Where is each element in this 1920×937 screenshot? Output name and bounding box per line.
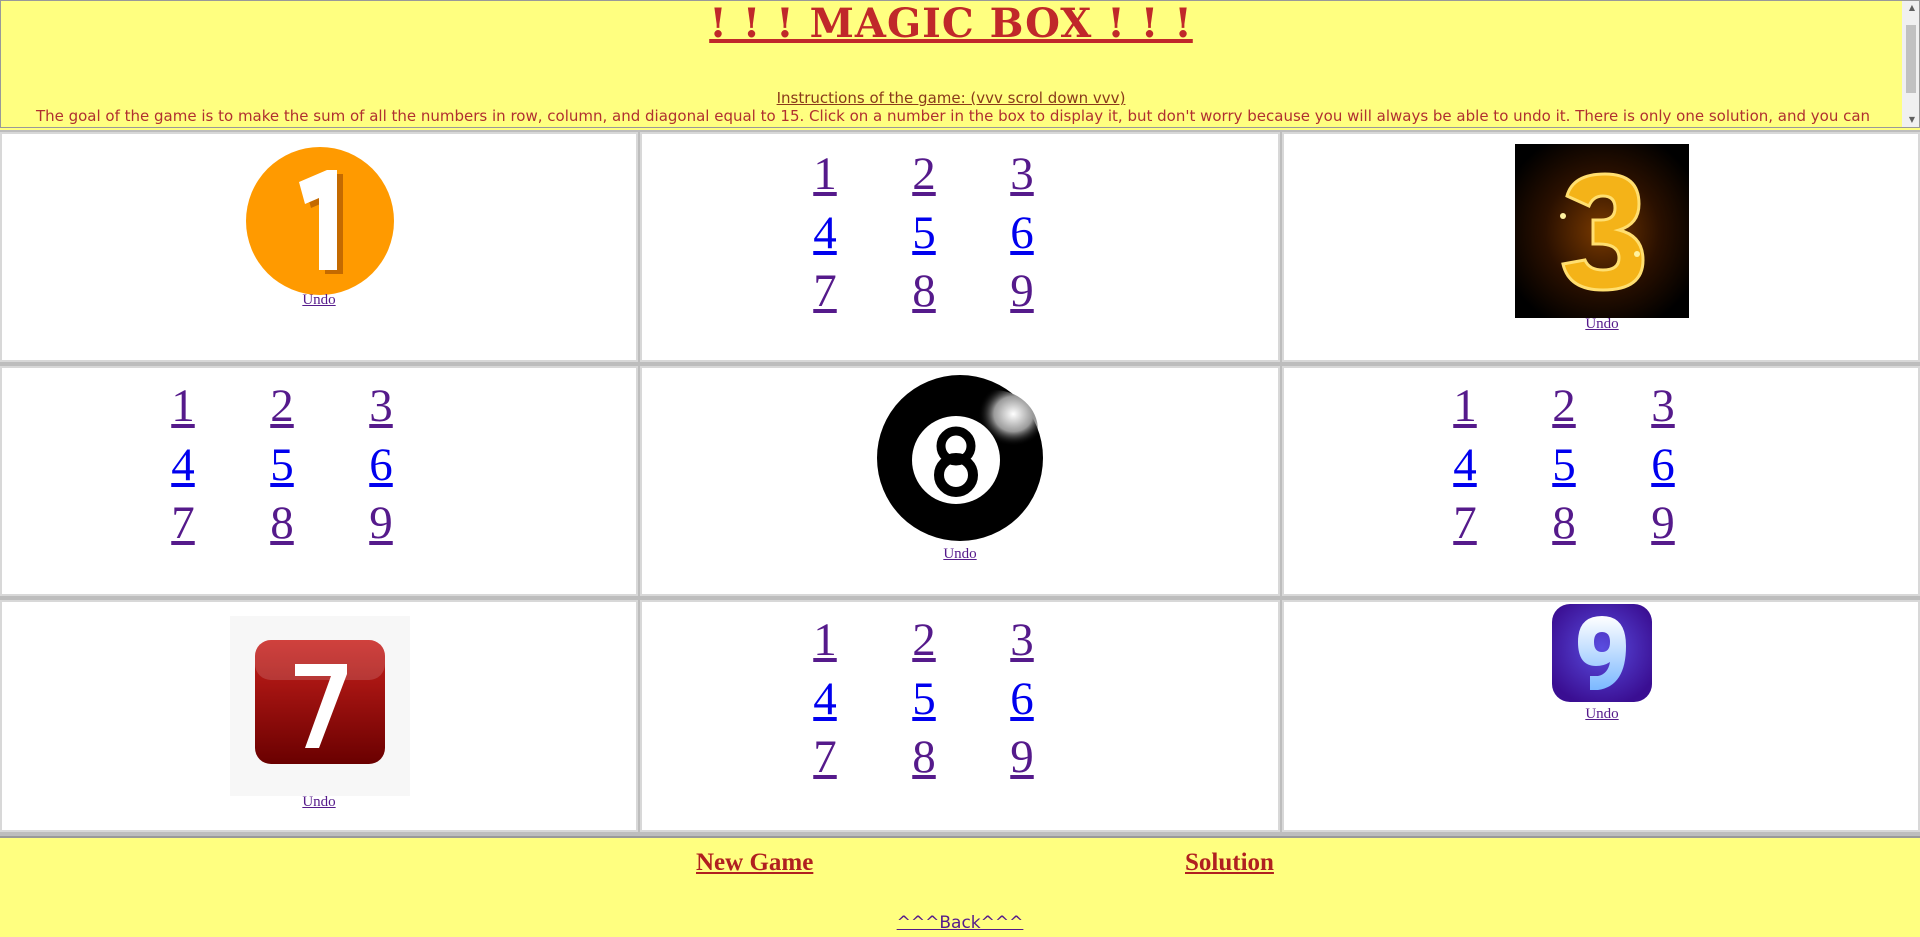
pick-3[interactable]: 3 bbox=[1643, 378, 1683, 434]
scrollbar-thumb[interactable] bbox=[1906, 25, 1916, 93]
header-scrollbar[interactable]: ▲ ▼ bbox=[1902, 1, 1919, 127]
golden-three-icon bbox=[1515, 144, 1689, 318]
board-cell-6: 1 2 3 4 5 6 7 8 9 bbox=[1282, 366, 1920, 596]
board-cell-9: Undo bbox=[1282, 600, 1920, 832]
pick-7[interactable]: 7 bbox=[163, 495, 203, 551]
board-cell-7: Undo bbox=[0, 600, 638, 832]
number-picker-cell-6: 1 2 3 4 5 6 7 8 9 bbox=[1445, 378, 1685, 558]
pick-8[interactable]: 8 bbox=[904, 729, 944, 785]
pick-4[interactable]: 4 bbox=[1445, 437, 1485, 493]
instructions-text: The goal of the game is to make the sum … bbox=[35, 107, 1871, 125]
blue-nine-tile-icon bbox=[1552, 604, 1652, 702]
page-title: ! ! ! MAGIC BOX ! ! ! bbox=[709, 0, 1193, 47]
pick-6[interactable]: 6 bbox=[1643, 437, 1683, 493]
pick-7[interactable]: 7 bbox=[1445, 495, 1485, 551]
undo-link-cell-7[interactable]: Undo bbox=[279, 794, 359, 811]
pick-3[interactable]: 3 bbox=[361, 378, 401, 434]
orange-circle-one-icon bbox=[246, 147, 394, 295]
pick-5[interactable]: 5 bbox=[904, 671, 944, 727]
number-picker-cell-8: 1 2 3 4 5 6 7 8 9 bbox=[805, 612, 1045, 792]
pick-5[interactable]: 5 bbox=[262, 437, 302, 493]
board-cell-2: 1 2 3 4 5 6 7 8 9 bbox=[640, 132, 1280, 362]
number-picker-cell-2: 1 2 3 4 5 6 7 8 9 bbox=[805, 146, 1045, 326]
pick-3[interactable]: 3 bbox=[1002, 612, 1042, 668]
pick-1[interactable]: 1 bbox=[805, 146, 845, 202]
number-picker-cell-4: 1 2 3 4 5 6 7 8 9 bbox=[163, 378, 403, 558]
pick-7[interactable]: 7 bbox=[805, 263, 845, 319]
board-cell-8: 1 2 3 4 5 6 7 8 9 bbox=[640, 600, 1280, 832]
pick-2[interactable]: 2 bbox=[904, 146, 944, 202]
new-game-link[interactable]: New Game bbox=[696, 849, 813, 877]
pick-9[interactable]: 9 bbox=[361, 495, 401, 551]
pick-2[interactable]: 2 bbox=[1544, 378, 1584, 434]
eight-ball-icon bbox=[877, 375, 1043, 541]
pick-6[interactable]: 6 bbox=[1002, 205, 1042, 261]
pick-1[interactable]: 1 bbox=[1445, 378, 1485, 434]
footer-frame: New Game Solution ^^^Back^^^ bbox=[0, 836, 1920, 937]
pick-6[interactable]: 6 bbox=[1002, 671, 1042, 727]
pick-6[interactable]: 6 bbox=[361, 437, 401, 493]
board-cell-3: Undo bbox=[1282, 132, 1920, 362]
pick-7[interactable]: 7 bbox=[805, 729, 845, 785]
pick-4[interactable]: 4 bbox=[163, 437, 203, 493]
scroll-down-icon[interactable]: ▼ bbox=[1909, 115, 1915, 124]
solution-link[interactable]: Solution bbox=[1185, 849, 1274, 877]
pick-1[interactable]: 1 bbox=[805, 612, 845, 668]
instructions-link[interactable]: Instructions of the game: (vvv scrol dow… bbox=[1, 89, 1901, 107]
red-seven-tile-icon bbox=[230, 616, 410, 796]
undo-link-cell-9[interactable]: Undo bbox=[1562, 706, 1642, 723]
pick-9[interactable]: 9 bbox=[1002, 729, 1042, 785]
undo-link-cell-5[interactable]: Undo bbox=[920, 546, 1000, 563]
pick-2[interactable]: 2 bbox=[262, 378, 302, 434]
board-cell-5: Undo bbox=[640, 366, 1280, 596]
back-link[interactable]: ^^^Back^^^ bbox=[0, 913, 1920, 933]
pick-4[interactable]: 4 bbox=[805, 205, 845, 261]
board-cell-4: 1 2 3 4 5 6 7 8 9 bbox=[0, 366, 638, 596]
undo-link-cell-1[interactable]: Undo bbox=[279, 292, 359, 309]
pick-8[interactable]: 8 bbox=[904, 263, 944, 319]
pick-5[interactable]: 5 bbox=[1544, 437, 1584, 493]
pick-2[interactable]: 2 bbox=[904, 612, 944, 668]
pick-3[interactable]: 3 bbox=[1002, 146, 1042, 202]
pick-9[interactable]: 9 bbox=[1002, 263, 1042, 319]
board-cell-1: Undo bbox=[0, 132, 638, 362]
pick-9[interactable]: 9 bbox=[1643, 495, 1683, 551]
pick-8[interactable]: 8 bbox=[262, 495, 302, 551]
pick-8[interactable]: 8 bbox=[1544, 495, 1584, 551]
undo-link-cell-3[interactable]: Undo bbox=[1562, 316, 1642, 333]
pick-4[interactable]: 4 bbox=[805, 671, 845, 727]
header-frame: ! ! ! MAGIC BOX ! ! ! Instructions of th… bbox=[0, 0, 1920, 128]
pick-5[interactable]: 5 bbox=[904, 205, 944, 261]
magic-box-board: Undo 1 2 3 4 5 6 7 8 9 Undo 1 2 3 4 5 6 … bbox=[0, 130, 1920, 836]
pick-1[interactable]: 1 bbox=[163, 378, 203, 434]
scroll-up-icon[interactable]: ▲ bbox=[1909, 3, 1915, 12]
